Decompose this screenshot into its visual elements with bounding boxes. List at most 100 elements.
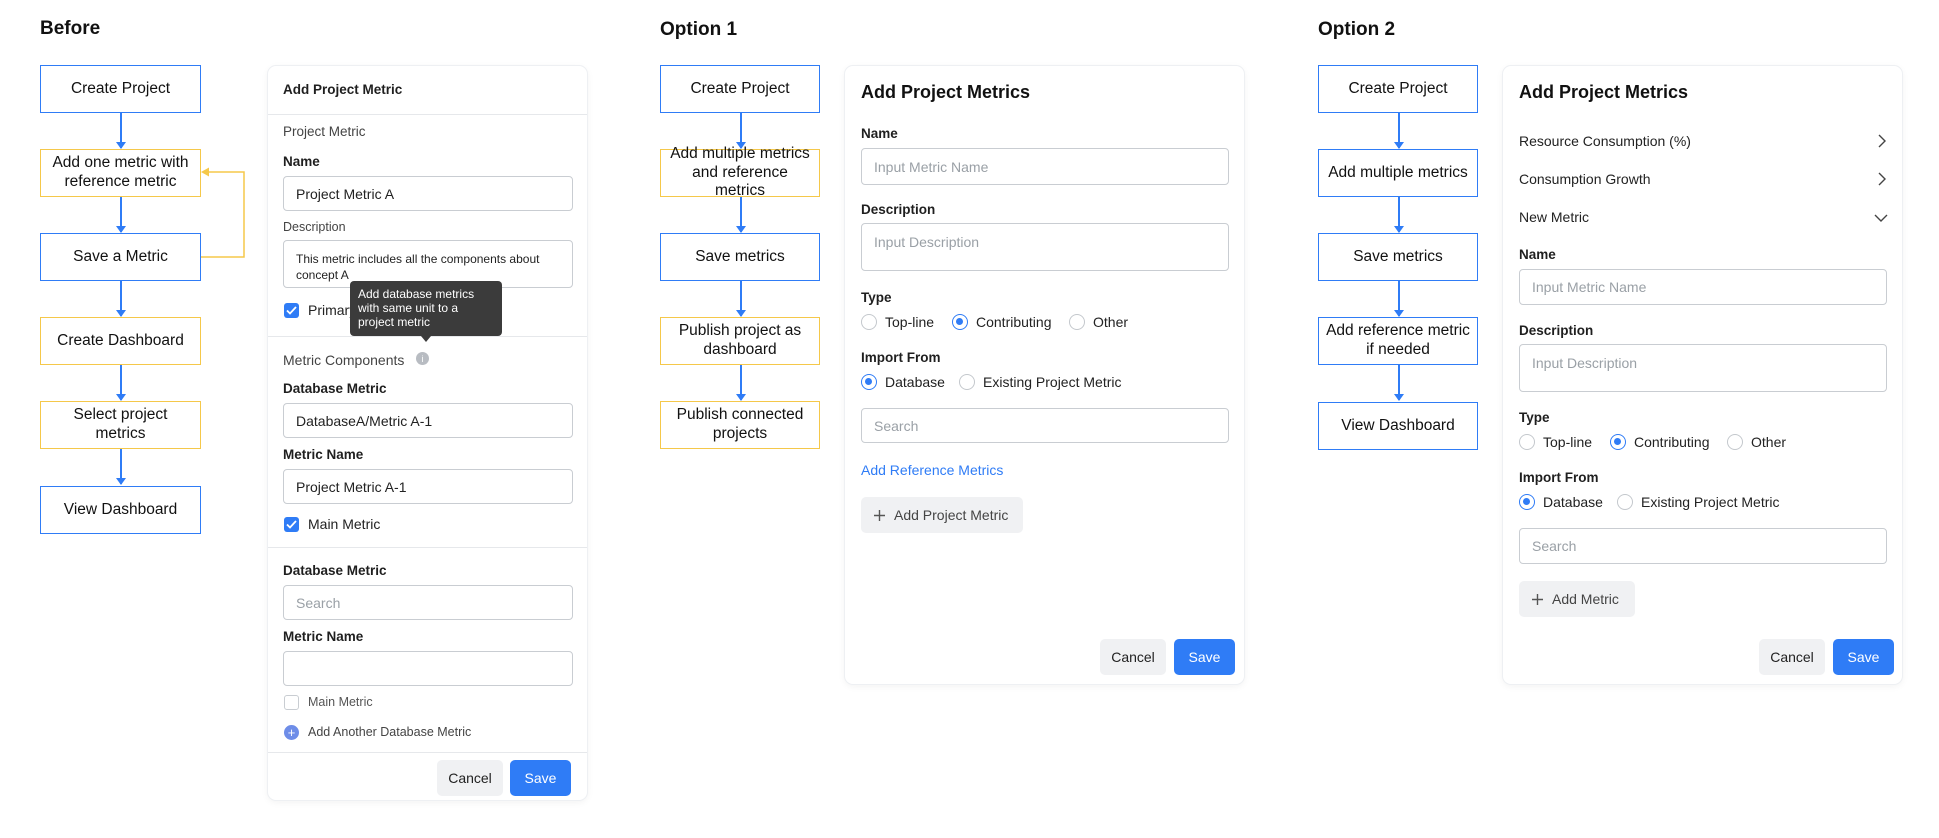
accordion-item-consumption-growth[interactable]: Consumption Growth [1519,171,1651,187]
flow-step: Add reference metric if needed [1318,317,1478,365]
search-input[interactable]: Search [861,408,1229,443]
import-from-label: Import From [861,350,941,365]
section-label: Project Metric [283,124,366,139]
description-label: Description [283,220,346,234]
radio-existing-project-metric[interactable] [1617,494,1633,510]
flow-arrow [116,449,125,485]
radio-label: Contributing [1634,434,1710,450]
metric-name-label: Metric Name [283,447,364,462]
radio-other[interactable] [1727,434,1743,450]
radio-database[interactable] [1519,494,1535,510]
name-label: Name [1519,247,1556,262]
radio-top-line[interactable] [861,314,877,330]
name-label: Name [861,126,898,141]
flow-step: Create Project [660,65,820,113]
add-another-db-metric-link[interactable]: Add Another Database Metric [308,725,471,739]
flow-arrow [736,113,745,149]
radio-top-line[interactable] [1519,434,1535,450]
chevron-down-icon[interactable] [1874,214,1888,222]
flow-arrow [736,365,745,401]
db-metric-search[interactable]: Search [283,585,573,620]
heading-option-1: Option 1 [660,19,738,40]
check-icon [286,520,297,529]
radio-label: Other [1093,314,1129,330]
primary-metric-label: Primary Metric [308,302,352,318]
radio-label: Other [1751,434,1787,450]
description-label: Description [861,202,936,217]
flow-step: Create Project [40,65,201,113]
flow-arrow [116,365,125,401]
type-label: Type [1519,410,1550,425]
plus-circle-icon[interactable]: + [284,725,299,740]
add-project-metric-card: Add Project Metric Project Metric Name P… [268,66,587,800]
flow-arrow [116,197,125,233]
chevron-right-icon[interactable] [1878,134,1886,148]
flow-step: Save a Metric [40,233,201,281]
flow-step: Create Dashboard [40,317,201,365]
save-button[interactable]: Save [510,760,571,796]
radio-contributing[interactable] [1610,434,1626,450]
add-project-metric-button[interactable]: Add Project Metric [861,497,1023,533]
accordion-item-new-metric[interactable]: New Metric [1519,209,1589,225]
radio-label: Database [885,374,945,390]
primary-metric-checkbox[interactable] [284,303,299,318]
flow-step: Add multiple metrics [1318,149,1478,197]
save-button[interactable]: Save [1833,639,1894,675]
name-label: Name [283,154,320,169]
flow-step: Save metrics [660,233,820,281]
flow-arrow [1394,197,1403,233]
cancel-button[interactable]: Cancel [1100,639,1166,675]
flow-arrow [1394,365,1403,401]
flow-step: Add multiple metrics and reference metri… [660,145,820,199]
add-metric-label: Add Metric [1552,591,1619,607]
radio-database[interactable] [861,374,877,390]
radio-existing-project-metric[interactable] [959,374,975,390]
components-label: Metric Components [283,352,405,368]
metric-name-input[interactable]: Input Metric Name [861,148,1229,185]
radio-label: Existing Project Metric [1641,494,1780,510]
flow-arrow [736,197,745,233]
type-label: Type [861,290,892,305]
flow-step: Save metrics [1318,233,1478,281]
add-project-metrics-card-option2: Add Project Metrics Resource Consumption… [1503,66,1902,684]
add-reference-metrics-link[interactable]: Add Reference Metrics [861,462,1003,478]
flow-arrow [1394,113,1403,149]
metric-name-input[interactable]: Input Metric Name [1519,269,1887,305]
flow-arrow [736,281,745,317]
radio-other[interactable] [1069,314,1085,330]
card-title: Add Project Metrics [861,82,1031,102]
description-label: Description [1519,323,1594,338]
flow-step: View Dashboard [1318,402,1478,450]
save-button[interactable]: Save [1174,639,1235,675]
metric-name-input[interactable]: Project Metric A-1 [283,469,573,504]
cancel-button[interactable]: Cancel [1759,639,1825,675]
main-metric-checkbox-unchecked[interactable] [284,695,299,710]
radio-label: Existing Project Metric [983,374,1122,390]
flow-arrow [116,113,125,149]
description-textarea[interactable]: Input Description [861,223,1229,271]
cancel-button[interactable]: Cancel [437,760,503,796]
accordion-item-resource-consumption[interactable]: Resource Consumption (%) [1519,133,1691,149]
db-metric-label: Database Metric [283,563,387,578]
flow-step: Add one metric with reference metric [40,149,201,197]
radio-contributing[interactable] [952,314,968,330]
db-metric-input[interactable]: DatabaseA/Metric A-1 [283,403,573,438]
db-metric-label: Database Metric [283,381,387,396]
flow-step: Select project metrics [40,401,201,449]
add-metric-button[interactable]: Add Metric [1519,581,1635,617]
heading-option-2: Option 2 [1318,19,1396,40]
radio-label: Database [1543,494,1603,510]
chevron-right-icon[interactable] [1878,172,1886,186]
flow-step: Publish project as dashboard [660,317,820,365]
search-input[interactable]: Search [1519,528,1887,564]
main-metric-checkbox[interactable] [284,517,299,532]
metric-name-input-empty[interactable] [283,651,573,686]
flow-step: View Dashboard [40,486,201,534]
metric-name-label: Metric Name [283,629,364,644]
name-input[interactable]: Project Metric A [283,176,573,211]
flow-step: Publish connected projects [660,401,820,449]
description-textarea[interactable]: Input Description [1519,344,1887,392]
heading-before: Before [40,18,101,39]
info-icon[interactable]: i [416,352,429,365]
radio-label: Top-line [885,314,935,330]
